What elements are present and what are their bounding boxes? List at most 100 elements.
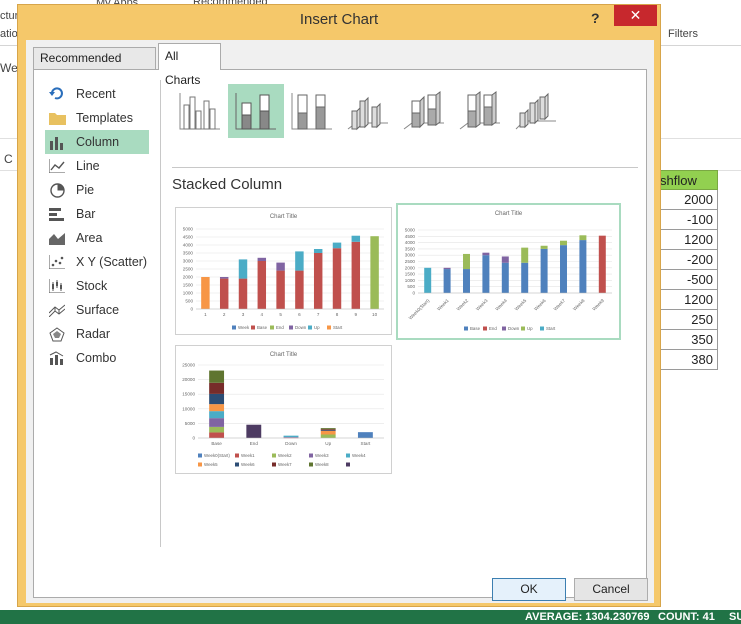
- y-tick-label: 5000: [185, 421, 196, 426]
- chart-type-line[interactable]: Line: [45, 154, 149, 178]
- bar-segment: [540, 245, 548, 249]
- x-tick-label: Week1: [436, 298, 450, 312]
- legend-entry: Week7: [278, 462, 292, 467]
- cashflow-cell[interactable]: 380: [655, 350, 718, 370]
- chart-type-label: X Y (Scatter): [76, 255, 148, 269]
- 3d-clustered-column-icon[interactable]: [340, 84, 396, 138]
- chart-type-label: Templates: [76, 111, 133, 125]
- bar-segment: [370, 236, 379, 309]
- cashflow-cell[interactable]: 250: [655, 310, 718, 330]
- x-tick-label: 10: [372, 312, 378, 317]
- chart-preview-2[interactable]: Chart Title 0 500 1000 1500 2000 2500 3000 3500 4…: [396, 203, 621, 340]
- sidebar-divider: [160, 80, 161, 547]
- tab-all-charts[interactable]: All Charts: [158, 43, 221, 87]
- chart-type-area[interactable]: Area: [45, 226, 149, 250]
- bar-segment: [238, 278, 248, 309]
- column-chart-icon: [48, 134, 66, 150]
- bar-segment: [257, 257, 267, 261]
- x-tick-label: Week3: [475, 298, 489, 312]
- x-tick-label: Week0(Start): [408, 298, 431, 321]
- bar-segment: [320, 430, 336, 431]
- column-header-c[interactable]: C: [4, 152, 13, 166]
- y-tick-label: 0: [192, 436, 195, 441]
- 3d-column-icon[interactable]: [508, 84, 564, 138]
- chart-type-templates[interactable]: Templates: [45, 106, 149, 130]
- y-tick-label: 10000: [182, 406, 195, 411]
- bar-segment: [560, 245, 567, 293]
- x-tick-label: 7: [317, 312, 320, 317]
- dialog-title: Insert Chart: [299, 11, 379, 28]
- cancel-button[interactable]: Cancel: [574, 578, 648, 601]
- bar-segment: [219, 278, 229, 309]
- cashflow-cell[interactable]: 2000: [655, 190, 718, 210]
- y-tick-label: 0: [412, 291, 415, 296]
- chart-type-scatter[interactable]: X Y (Scatter): [45, 250, 149, 274]
- bar-segment: [351, 241, 361, 309]
- 100-stacked-column-icon[interactable]: [284, 84, 340, 138]
- cashflow-cell[interactable]: -200: [655, 250, 718, 270]
- chart-type-stock[interactable]: Stock: [45, 274, 149, 298]
- recent-icon: [48, 86, 66, 102]
- bar-segment: [201, 277, 210, 309]
- chart-type-label: Radar: [76, 327, 111, 341]
- cashflow-header-cell[interactable]: shflow: [655, 170, 718, 190]
- cell-fragment[interactable]: We: [0, 61, 18, 75]
- legend-swatch: [521, 326, 525, 331]
- chart-type-surface[interactable]: Surface: [45, 298, 149, 322]
- y-tick-label: 2500: [183, 267, 194, 272]
- tab-recommended-charts[interactable]: Recommended Charts: [33, 47, 156, 85]
- bar-segment: [313, 249, 323, 253]
- legend-entry: Week6: [241, 462, 255, 467]
- bar-segment: [209, 411, 225, 419]
- legend-entry: Week8: [315, 462, 329, 467]
- chart-type-radar[interactable]: Radar: [45, 322, 149, 346]
- y-tick-label: 2500: [405, 259, 416, 264]
- legend-swatch: [289, 325, 293, 330]
- bar-segment: [209, 404, 225, 412]
- 3d-stacked-column-icon[interactable]: [396, 84, 452, 138]
- y-tick-label: 25000: [182, 363, 195, 368]
- y-tick-label: 500: [407, 284, 415, 289]
- legend-swatch: [502, 326, 506, 331]
- cashflow-cell[interactable]: -500: [655, 270, 718, 290]
- bar-segment: [560, 240, 567, 246]
- stock-chart-icon: [48, 278, 66, 294]
- legend-entry: Start: [546, 326, 556, 331]
- chart-preview-1[interactable]: Chart Title 0 500 1000 1500 2000 2500 3000 3500 4…: [175, 207, 392, 335]
- ribbon-fragment: ctur: [0, 10, 19, 22]
- chart-type-pie[interactable]: Pie: [45, 178, 149, 202]
- y-tick-label: 4500: [405, 234, 416, 239]
- subtype-title: Stacked Column: [172, 176, 283, 193]
- chart-type-combo[interactable]: Combo: [45, 346, 149, 370]
- legend-entry: Up: [527, 326, 533, 331]
- bar-segment: [209, 426, 225, 433]
- legend-swatch: [464, 326, 468, 331]
- clustered-column-icon[interactable]: [172, 84, 228, 138]
- cashflow-cell[interactable]: -100: [655, 210, 718, 230]
- bar-segment: [295, 251, 304, 271]
- cashflow-cell[interactable]: 1200: [655, 230, 718, 250]
- y-tick-label: 1500: [405, 272, 416, 277]
- stacked-column-icon[interactable]: [228, 84, 284, 138]
- close-button[interactable]: ✕: [614, 5, 657, 26]
- chart-preview-3[interactable]: Chart Title 0 5000 10000 15000 20000 25000 Base…: [175, 345, 392, 474]
- bar-segment: [351, 235, 361, 242]
- bar-segment: [598, 235, 606, 293]
- help-button[interactable]: ?: [591, 10, 600, 26]
- legend-swatch: [309, 462, 313, 467]
- y-tick-label: 3000: [405, 253, 416, 258]
- x-tick-label: Week6: [533, 298, 547, 312]
- ok-button[interactable]: OK: [492, 578, 566, 601]
- x-tick-label: Week4: [494, 298, 508, 312]
- chart-type-recent[interactable]: Recent: [45, 82, 149, 106]
- chart-type-bar[interactable]: Bar: [45, 202, 149, 226]
- legend-entry: Week3: [315, 453, 329, 458]
- x-tick-label: Week7: [553, 298, 567, 312]
- bar-segment: [332, 248, 342, 309]
- x-tick-label: Week9: [591, 298, 605, 312]
- 3d-100-stacked-column-icon[interactable]: [452, 84, 508, 138]
- cashflow-cell[interactable]: 350: [655, 330, 718, 350]
- chart-type-column[interactable]: Column: [45, 130, 149, 154]
- y-tick-label: 1000: [405, 278, 416, 283]
- cashflow-cell[interactable]: 1200: [655, 290, 718, 310]
